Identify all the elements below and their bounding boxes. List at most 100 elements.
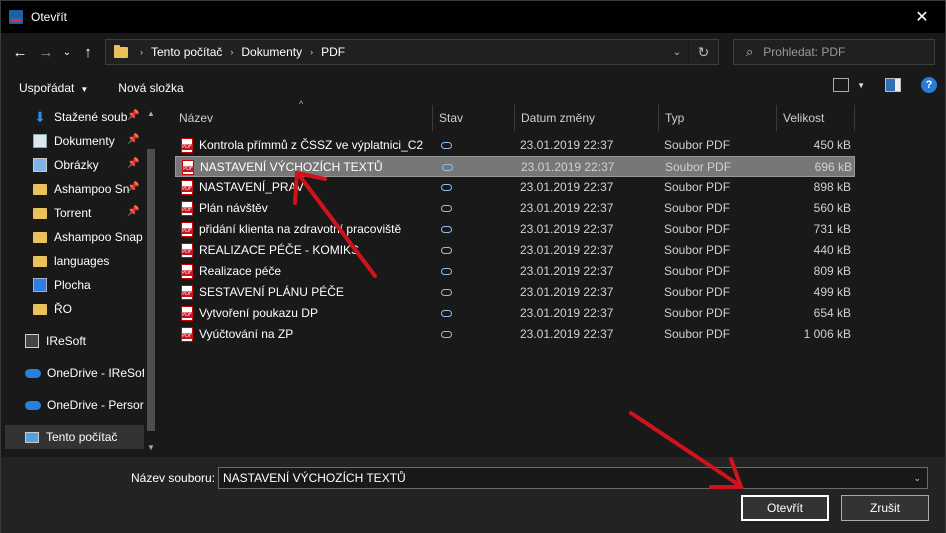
pin-icon[interactable]: 📌 bbox=[127, 158, 139, 169]
file-row[interactable]: NASTAVENÍ VÝCHOZÍCH TEXTŮ 23.01.2019 22:3… bbox=[175, 156, 855, 177]
pdf-file-icon bbox=[181, 180, 193, 195]
desktop-icon bbox=[33, 278, 47, 292]
sidebar-item-downloads[interactable]: ⬇ Stažené soub bbox=[33, 105, 127, 129]
command-toolbar: Uspořádat ▼ Nová složka ▼ ? bbox=[1, 73, 945, 103]
pdf-file-icon bbox=[181, 243, 193, 258]
column-header-type[interactable]: Typ bbox=[659, 105, 777, 131]
cloud-sync-icon bbox=[441, 205, 452, 212]
navigation-pane: ⬇ Stažené soub 📌 Dokumenty 📌 Obrázky 📌 As… bbox=[1, 105, 158, 457]
file-row[interactable]: Realizace péče 23.01.2019 22:37 Soubor PDF… bbox=[175, 261, 855, 282]
window-title: Otevřít bbox=[31, 10, 68, 24]
up-arrow-icon[interactable]: ↑ bbox=[75, 39, 101, 65]
file-size: 809 kB bbox=[813, 264, 851, 278]
pictures-icon bbox=[33, 158, 47, 172]
breadcrumb-this-pc[interactable]: Tento počítač bbox=[151, 45, 222, 59]
view-options-icon[interactable] bbox=[833, 78, 850, 92]
navigation-bar: ← → ⌄ ↑ › Tento počítač › Dokumenty › PD… bbox=[1, 33, 945, 71]
file-date: 23.01.2019 22:37 bbox=[520, 138, 614, 152]
column-header-date[interactable]: Datum změny bbox=[515, 105, 659, 131]
help-icon[interactable]: ? bbox=[921, 77, 937, 93]
sidebar-item-torrent[interactable]: Torrent bbox=[33, 201, 91, 225]
file-row[interactable]: REALIZACE PÉČE - KOMIKS 23.01.2019 22:37 S… bbox=[175, 240, 855, 261]
file-row[interactable]: přidání klienta na zdravotní pracoviště 2… bbox=[175, 219, 855, 240]
file-date: 23.01.2019 22:37 bbox=[521, 160, 615, 174]
sidebar-item-documents[interactable]: Dokumenty bbox=[33, 129, 115, 153]
pdf-file-icon bbox=[181, 285, 193, 300]
column-header-status[interactable]: Stav bbox=[433, 105, 515, 131]
sidebar-item-label: OneDrive - Persor bbox=[47, 398, 144, 412]
file-row[interactable]: Vytvoření poukazu DP 23.01.2019 22:37 Soub… bbox=[175, 303, 855, 324]
cancel-button[interactable]: Zrušit bbox=[841, 495, 929, 521]
chevron-down-icon[interactable]: ▼ bbox=[857, 81, 865, 90]
scrollbar-thumb[interactable] bbox=[147, 149, 155, 431]
breadcrumb-pdf[interactable]: PDF bbox=[321, 45, 345, 59]
column-header-name[interactable]: Název bbox=[175, 105, 433, 131]
chevron-down-icon[interactable]: ⌄ bbox=[913, 468, 921, 488]
cloud-icon bbox=[25, 400, 41, 410]
back-arrow-icon[interactable]: ← bbox=[7, 39, 33, 65]
sidebar-item-ashampoo-sn[interactable]: Ashampoo Sn bbox=[33, 177, 129, 201]
file-row[interactable]: Plán návštěv 23.01.2019 22:37 Soubor PDF 56… bbox=[175, 198, 855, 219]
file-list: ^ Název Stav Datum změny Typ Velikost Ko… bbox=[161, 99, 945, 457]
file-size: 654 kB bbox=[813, 306, 851, 320]
file-size: 440 kB bbox=[813, 243, 851, 257]
pin-icon[interactable]: 📌 bbox=[127, 206, 139, 217]
sidebar-item-desktop[interactable]: Plocha bbox=[33, 273, 91, 297]
file-type: Soubor PDF bbox=[664, 180, 731, 194]
folder-icon bbox=[33, 255, 47, 267]
pdf-file-icon bbox=[182, 160, 194, 175]
forward-arrow-icon[interactable]: → bbox=[33, 39, 59, 65]
cloud-sync-icon bbox=[441, 268, 452, 275]
sidebar-item-iresoft[interactable]: IReSoft bbox=[25, 329, 86, 353]
sidebar-item-onedrive-iresoft[interactable]: OneDrive - IReSof bbox=[25, 361, 145, 385]
cloud-sync-icon bbox=[441, 226, 452, 233]
column-header-size[interactable]: Velikost bbox=[777, 105, 855, 131]
open-button[interactable]: Otevřít bbox=[741, 495, 829, 521]
file-date: 23.01.2019 22:37 bbox=[520, 264, 614, 278]
sidebar-item-label: Tento počítač bbox=[46, 430, 118, 444]
file-row[interactable]: Vyúčtování na ZP 23.01.2019 22:37 Soubor P… bbox=[175, 324, 855, 345]
scroll-up-icon[interactable]: ▲ bbox=[144, 107, 158, 121]
chevron-right-icon: › bbox=[230, 47, 234, 57]
new-folder-button[interactable]: Nová složka bbox=[118, 81, 183, 95]
sidebar-item-this-pc[interactable]: Tento počítač bbox=[5, 425, 147, 449]
scroll-down-icon[interactable]: ▼ bbox=[144, 441, 158, 455]
recent-locations-chevron-icon[interactable]: ⌄ bbox=[59, 39, 75, 65]
navigation-scrollbar[interactable]: ▲ ▼ bbox=[144, 105, 158, 457]
file-date: 23.01.2019 22:37 bbox=[520, 201, 614, 215]
pin-icon[interactable]: 📌 bbox=[127, 182, 139, 193]
search-input[interactable]: Prohledat: PDF bbox=[763, 45, 845, 59]
file-row[interactable]: NASTAVENÍ_PRAV 23.01.2019 22:37 Soubor PDF… bbox=[175, 177, 855, 198]
file-row[interactable]: SESTAVENÍ PLÁNU PÉČE 23.01.2019 22:37 Soub… bbox=[175, 282, 855, 303]
pin-icon[interactable]: 📌 bbox=[127, 110, 139, 121]
pdf-file-icon bbox=[181, 264, 193, 279]
filename-label: Název souboru: bbox=[131, 471, 216, 485]
address-dropdown-chevron-icon[interactable]: ⌄ bbox=[666, 47, 688, 58]
file-size: 560 kB bbox=[813, 201, 851, 215]
organize-menu-button[interactable]: Uspořádat ▼ bbox=[19, 81, 88, 95]
pdf-file-icon bbox=[181, 306, 193, 321]
address-bar[interactable]: › Tento počítač › Dokumenty › PDF ⌄ ↻ bbox=[105, 39, 719, 65]
sidebar-item-label: Plocha bbox=[54, 278, 91, 292]
file-row[interactable]: Kontrola přímmů z ČSSZ ve výplatnici_C2 2… bbox=[175, 135, 855, 156]
file-name: NASTAVENÍ_PRAV bbox=[199, 180, 304, 194]
cloud-sync-icon bbox=[441, 310, 452, 317]
sidebar-item-onedrive-personal[interactable]: OneDrive - Persor bbox=[25, 393, 144, 417]
folder-icon bbox=[33, 183, 47, 195]
pin-icon[interactable]: 📌 bbox=[127, 134, 139, 145]
search-box[interactable]: ⌕ Prohledat: PDF bbox=[733, 39, 935, 65]
sidebar-item-ashampoo-snap[interactable]: Ashampoo Snap bbox=[33, 225, 143, 249]
sidebar-item-pictures[interactable]: Obrázky bbox=[33, 153, 99, 177]
sidebar-item-ro[interactable]: ŘO bbox=[33, 297, 72, 321]
breadcrumb-documents[interactable]: Dokumenty bbox=[241, 45, 302, 59]
sidebar-item-languages[interactable]: languages bbox=[33, 249, 109, 273]
sidebar-item-label: IReSoft bbox=[46, 334, 87, 348]
close-icon[interactable]: ✕ bbox=[899, 1, 945, 33]
chevron-down-icon: ▼ bbox=[80, 85, 89, 94]
filename-value: NASTAVENÍ VÝCHOZÍCH TEXTŮ bbox=[223, 471, 406, 485]
preview-pane-icon[interactable] bbox=[885, 78, 901, 92]
organize-label: Uspořádat bbox=[19, 81, 75, 95]
refresh-icon[interactable]: ↻ bbox=[688, 40, 718, 64]
filename-input[interactable]: NASTAVENÍ VÝCHOZÍCH TEXTŮ ⌄ bbox=[218, 467, 928, 489]
folder-icon bbox=[33, 231, 47, 243]
